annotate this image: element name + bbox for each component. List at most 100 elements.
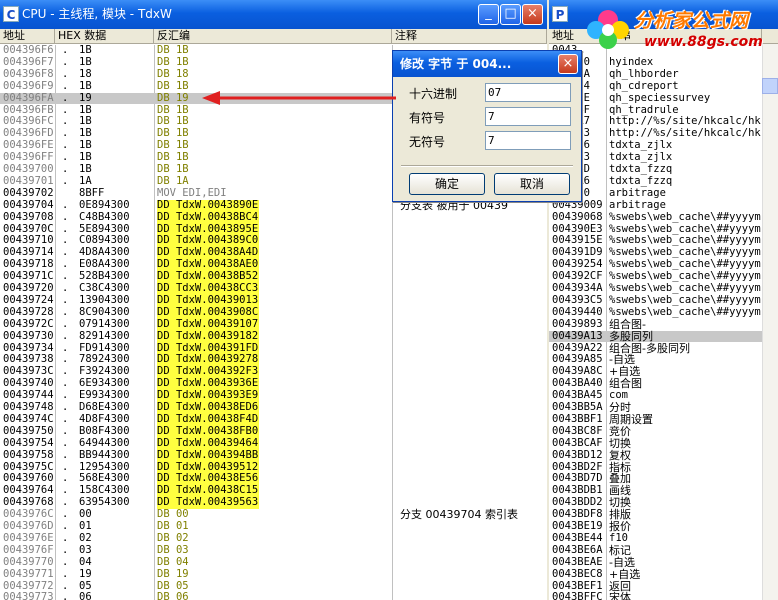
row-address: 00439771: [3, 567, 54, 580]
row-hex: 0E894300: [79, 198, 130, 211]
row-address: 00439708: [3, 210, 54, 223]
row-marker: .: [62, 591, 69, 600]
maximize-button[interactable]: □: [500, 4, 521, 25]
row-disasm: DD TdxW.00438FB0: [157, 424, 260, 438]
string-row[interactable]: 0043BFFC 宋体: [549, 591, 778, 600]
row-disasm: DD TdxW.00439464: [157, 436, 260, 450]
string-address: 0043BE44: [552, 531, 603, 544]
disasm-row[interactable]: 00439771. 19 DB 19: [0, 567, 547, 581]
row-hex: 07914300: [79, 317, 130, 330]
string-text: 周期设置: [609, 412, 653, 426]
row-address: 004396F8: [3, 67, 54, 80]
row-address: 00439750: [3, 424, 54, 437]
string-address: 0043BD12: [552, 448, 603, 461]
row-disasm: DB 18: [157, 67, 189, 80]
hex-input[interactable]: 07: [485, 83, 571, 102]
string-text: -自选: [609, 555, 635, 569]
string-text: 复权: [609, 448, 631, 462]
watermark-site-name: 分析家公式网: [634, 10, 749, 32]
string-row[interactable]: 0043BC8F 竞价: [549, 425, 778, 438]
disasm-row[interactable]: 00439773. 06 DB 06: [0, 591, 547, 600]
modify-byte-dialog: 修改 字节 于 004... × 十六进制 07 有符号 7 无符号 7 确定 …: [392, 50, 582, 202]
row-disasm: DD TdxW.00439182: [157, 329, 260, 343]
string-row[interactable]: 004393C5 %swebs\web_cache\##yyyymr: [549, 294, 778, 307]
disasm-row[interactable]: 0043976E. 02 DB 02: [0, 531, 547, 545]
ok-button[interactable]: 确定: [409, 173, 485, 195]
disasm-row[interactable]: 00439724. 13904300 DD TdxW.00439013: [0, 293, 547, 307]
string-row[interactable]: 0043BEC8 +自选: [549, 567, 778, 581]
string-text: qh_speciessurvey: [609, 91, 711, 104]
disasm-row[interactable]: 0043974C. 4D8F4300 DD TdxW.00438F4D: [0, 412, 547, 426]
disasm-row[interactable]: 0043976F. 03 DB 03: [0, 543, 547, 557]
string-address: 0043BCAF: [552, 436, 603, 449]
row-disasm: DD TdxW.00438BC4: [157, 210, 260, 224]
disasm-row[interactable]: 00439730. 82914300 DD TdxW.00439182: [0, 329, 547, 343]
string-row[interactable]: 00439009 arbitrage: [549, 198, 778, 212]
string-row[interactable]: 00439893 组合图-: [549, 318, 778, 331]
string-row[interactable]: 0043BEAE -自选: [549, 555, 778, 569]
scroll-up-button[interactable]: [762, 78, 778, 94]
disasm-row[interactable]: 00439754. 64944300 DD TdxW.00439464: [0, 436, 547, 450]
string-row[interactable]: 00439A13 多股同列: [549, 329, 778, 343]
string-address: 00439A13: [552, 329, 603, 342]
minimize-button[interactable]: _: [478, 4, 499, 25]
string-row[interactable]: 0043BE6A 标记: [549, 544, 778, 557]
dialog-title[interactable]: 修改 字节 于 004...: [393, 51, 581, 77]
watermark-logo: 分析家公式网 www.88gs.com: [582, 0, 778, 58]
string-text: %swebs\web_cache\##yyyymr: [609, 305, 768, 318]
disasm-row[interactable]: 00439758. BB944300 DD TdxW.004394BB: [0, 448, 547, 462]
row-address: 00439724: [3, 293, 54, 306]
string-text: +自选: [609, 567, 641, 581]
disasm-row[interactable]: 00439750. B08F4300 DD TdxW.00438FB0: [0, 424, 547, 438]
close-button[interactable]: ×: [522, 4, 543, 25]
string-row[interactable]: 00…FB0arbitrage: [549, 187, 778, 200]
row-hex: 1A: [79, 174, 92, 187]
string-row[interactable]: 0043BCAF 切换: [549, 436, 778, 450]
row-address: 0043972C: [3, 317, 54, 330]
string-row[interactable]: 00…20Eqh_speciessurvey: [549, 91, 778, 105]
dialog-close-button[interactable]: ×: [558, 54, 578, 74]
string-row[interactable]: 00…090hyindex: [549, 56, 778, 69]
unsigned-input[interactable]: 7: [485, 131, 571, 150]
string-row[interactable]: 00…FA6tdxta_fzzq: [549, 175, 778, 188]
string-row[interactable]: 00…0E4qh_cdreport: [549, 79, 778, 93]
row-disasm: DB 06: [157, 591, 189, 600]
string-row[interactable]: 0043BBF1 周期设置: [549, 412, 778, 426]
signed-input[interactable]: 7: [485, 107, 571, 126]
string-text: qh_cdreport: [609, 79, 679, 92]
string-row[interactable]: 0043BD12 复权: [549, 448, 778, 462]
cpu-titlebar[interactable]: C CPU - 主线程, 模块 - TdxW _ □ ×: [0, 0, 547, 29]
red-arrow-annotation: [202, 91, 396, 105]
row-hex: BB944300: [79, 448, 130, 461]
row-address: 00439773: [3, 591, 54, 600]
row-address: 00439758: [3, 448, 54, 461]
disasm-row[interactable]: 0043972C. 07914300 DD TdxW.00439107: [0, 317, 547, 331]
row-address: 0043976E: [3, 531, 54, 544]
cpu-column-header: 地址 HEX 数据 反汇编 注释: [0, 29, 547, 44]
string-row[interactable]: 00…0BAqh_lhborder: [549, 68, 778, 81]
string-row[interactable]: 00439068 %swebs\web_cache\##yyyymr: [549, 211, 778, 224]
row-marker: .: [62, 543, 69, 556]
row-address: 00439728: [3, 305, 54, 318]
string-text: arbitrage: [609, 198, 666, 211]
row-address: 0043976F: [3, 543, 54, 556]
row-hex: 82914300: [79, 329, 130, 342]
disasm-row[interactable]: 00439728. 8C904300 DD TdxW.0043908C: [0, 305, 547, 319]
row-marker: .: [62, 305, 69, 318]
header-disasm[interactable]: 反汇编: [154, 29, 392, 44]
disasm-row[interactable]: 00439770. 04 DB 04: [0, 556, 547, 569]
header-hex[interactable]: HEX 数据: [55, 29, 154, 44]
string-row[interactable]: 0043BE44 f10: [549, 531, 778, 545]
row-address: 00439702: [3, 186, 54, 199]
row-comment: 分支 00439704 索引表: [400, 508, 518, 522]
row-marker: .: [62, 412, 69, 425]
string-row[interactable]: 00439440 %swebs\web_cache\##yyyymr: [549, 305, 778, 319]
scrollbar[interactable]: [762, 44, 778, 600]
disasm-row[interactable]: 00439708. C48B4300 DD TdxW.00438BC4: [0, 210, 547, 224]
header-address[interactable]: 地址: [0, 29, 55, 44]
row-marker: .: [62, 210, 69, 223]
label-signed: 有符号: [409, 111, 446, 125]
row-marker: .: [62, 79, 69, 92]
cancel-button[interactable]: 取消: [494, 173, 570, 195]
header-comment[interactable]: 注释: [392, 29, 547, 44]
